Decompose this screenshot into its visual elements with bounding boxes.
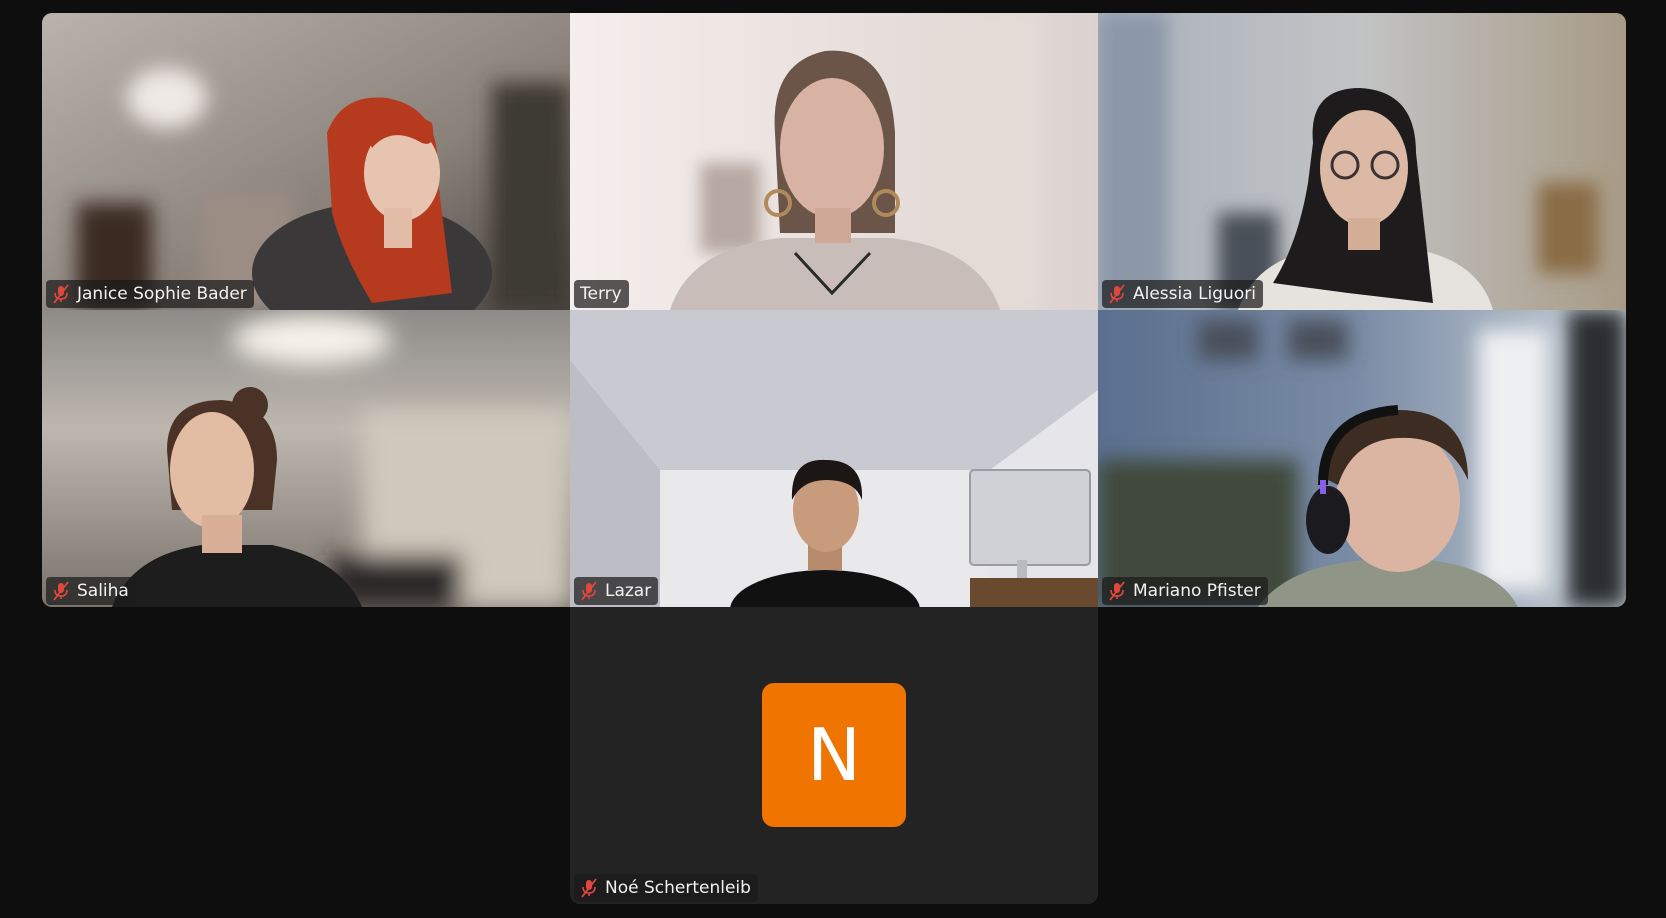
microphone-muted-icon [52, 284, 70, 304]
participant-name: Noé Schertenleib [605, 878, 751, 898]
participant-tile-alessia[interactable]: Alessia Liguori [1098, 13, 1626, 310]
participant-tile-saliha[interactable]: Saliha [42, 310, 570, 607]
participant-video [1098, 310, 1626, 607]
participant-video [570, 13, 1098, 310]
participant-name-tag: Mariano Pfister [1102, 577, 1268, 605]
participant-name: Saliha [77, 581, 129, 601]
participant-name-tag: Alessia Liguori [1102, 280, 1263, 308]
participant-name-tag: Saliha [46, 577, 136, 605]
participant-name: Alessia Liguori [1133, 284, 1256, 304]
participant-video [1098, 13, 1626, 310]
microphone-muted-icon [1108, 581, 1126, 601]
avatar-initial: N [807, 713, 861, 797]
participant-tile-terry[interactable]: Terry [570, 13, 1098, 310]
microphone-muted-icon [52, 581, 70, 601]
participant-name-tag: Janice Sophie Bader [46, 280, 254, 308]
participant-video [42, 310, 570, 607]
video-gallery-grid: Janice Sophie Bader Terry Alessia Liguor… [0, 0, 1666, 918]
participant-tile-lazar[interactable]: Lazar [570, 310, 1098, 607]
participant-name: Janice Sophie Bader [77, 284, 247, 304]
microphone-muted-icon [580, 581, 598, 601]
participant-tile-janice[interactable]: Janice Sophie Bader [42, 13, 570, 310]
participant-video [570, 310, 1098, 607]
participant-name-tag: Terry [574, 280, 629, 308]
participant-name: Terry [580, 284, 622, 304]
participant-tile-noe[interactable]: N Noé Schertenleib [570, 607, 1098, 904]
participant-name: Lazar [605, 581, 652, 601]
microphone-muted-icon [1108, 284, 1126, 304]
participant-avatar: N [762, 683, 906, 827]
participant-tile-mariano[interactable]: Mariano Pfister [1098, 310, 1626, 607]
microphone-muted-icon [580, 878, 598, 898]
participant-video [42, 13, 570, 310]
participant-name-tag: Lazar [574, 577, 659, 605]
participant-name: Mariano Pfister [1133, 581, 1261, 601]
participant-name-tag: Noé Schertenleib [574, 874, 758, 902]
